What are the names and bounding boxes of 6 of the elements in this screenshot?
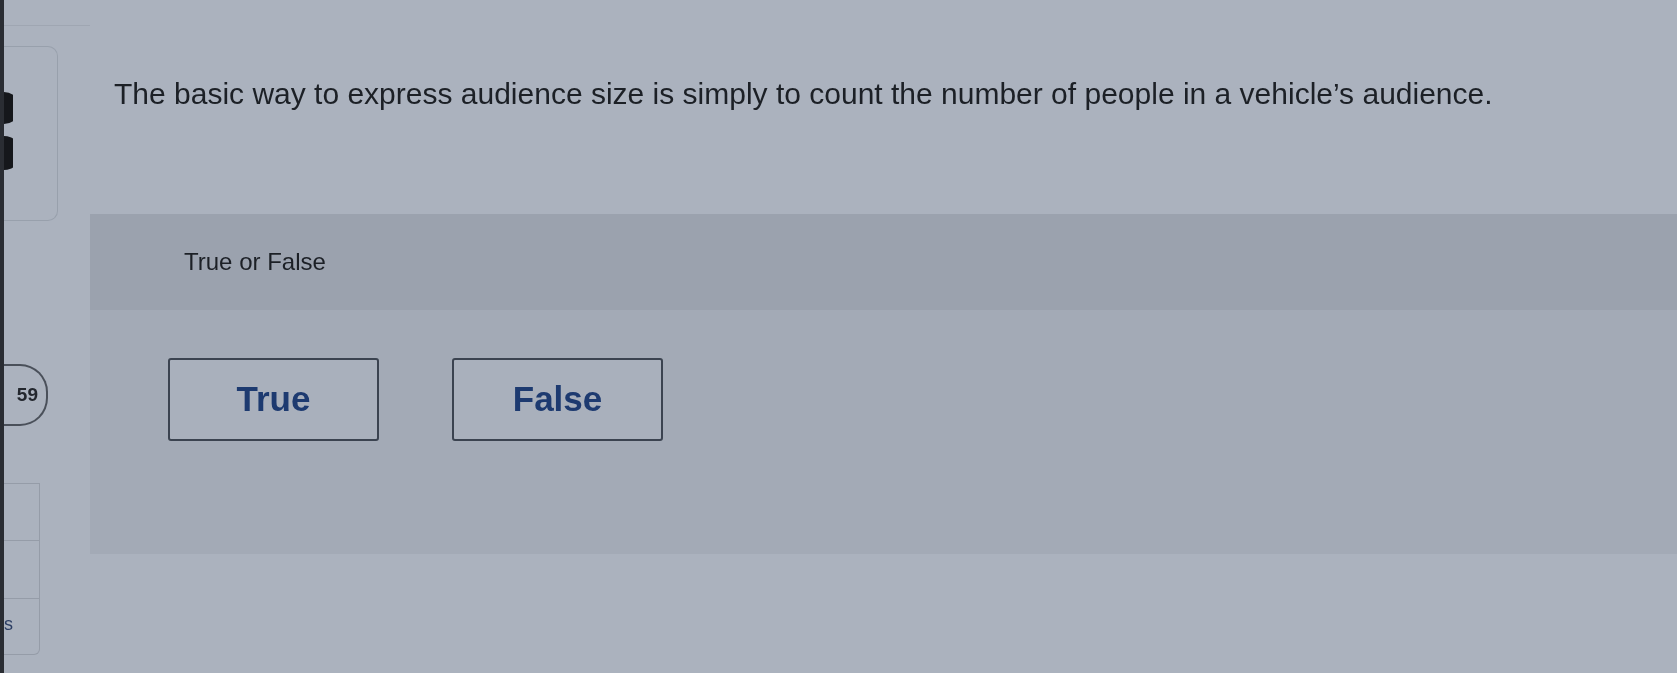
timer-badge: 59: [4, 364, 48, 426]
table-cell-text: s: [4, 614, 13, 634]
answer-option[interactable]: False: [452, 358, 663, 441]
question-text: The basic way to express audience size is simply to count the number of people in a vehicle’s audience.: [114, 76, 1493, 112]
prompt-text: True or False: [184, 248, 326, 275]
answer-option[interactable]: True: [168, 358, 379, 441]
